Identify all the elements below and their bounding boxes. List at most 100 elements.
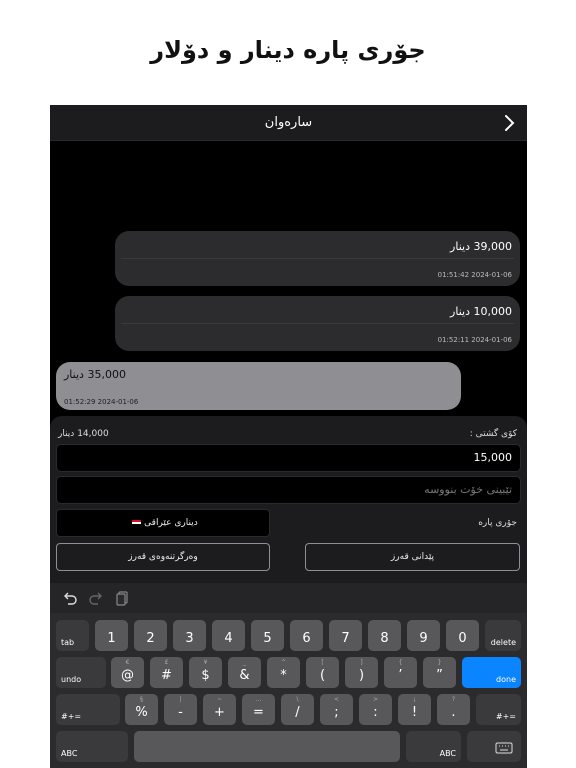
key-9[interactable]: 9 [407,620,440,651]
tab-key[interactable]: tab [56,620,89,651]
message-bubble[interactable]: 10,000 دینار 01:52:11 2024-01-06 [115,296,520,351]
key-label: . [451,705,456,720]
key-alt-label: ^ [280,659,287,666]
key-alt-label: } [437,659,442,666]
key-label: 2 [146,631,155,646]
message-bubble[interactable]: 39,000 دینار 01:51:42 2024-01-06 [115,231,520,286]
key-minus[interactable]: | - [164,694,197,725]
key-label: ! [411,705,418,720]
key-alt-label: ~ [216,696,223,703]
keyboard: tab 1 2 3 4 5 6 7 8 9 0 delete undo € @ £… [50,583,527,768]
delete-key[interactable]: delete [485,620,521,651]
app-screen: سارەوان 39,000 دینار 01:51:42 2024-01-06… [50,105,527,768]
key-label: : [373,705,378,720]
key-label: $ [201,668,210,683]
key-6[interactable]: 6 [290,620,323,651]
key-plus[interactable]: ~ + [203,694,236,725]
note-input[interactable]: تێبینی خۆت بنووسە [56,476,521,504]
key-exclamation[interactable]: ¡! [398,694,431,725]
key-label: ABC [61,749,78,758]
key-slash[interactable]: \ / [281,694,314,725]
key-0[interactable]: 0 [446,620,479,651]
key-alt-label: | [179,696,182,703]
key-alt-label: ] [360,659,363,666]
done-key[interactable]: done [462,657,521,688]
key-alt-label: § [140,696,143,703]
key-label: 6 [302,631,311,646]
message-amount: 35,000 دینار [64,368,126,381]
key-label: 5 [263,631,272,646]
message-time: 01:52:29 2024-01-06 [64,398,139,406]
key-3[interactable]: 3 [173,620,206,651]
key-colon[interactable]: >: [359,694,392,725]
key-ampersand[interactable]: _ & [228,657,261,688]
key-at[interactable]: € @ [111,657,144,688]
key-label: undo [61,675,82,684]
key-label: % [135,705,148,720]
key-label: @ [121,668,134,683]
undo-key[interactable]: undo [56,657,106,688]
key-paren-open[interactable]: [( [306,657,339,688]
key-apostrophe[interactable]: {’ [384,657,417,688]
key-label: 7 [341,631,350,646]
key-label: #+= [61,712,82,721]
page-headline: جۆری پارە دینار و دۆلار [150,36,426,64]
key-alt-label: > [372,696,379,703]
key-label: 9 [419,631,428,646]
key-quote[interactable]: }” [423,657,456,688]
undo-icon[interactable] [62,590,78,606]
key-period[interactable]: ?. [437,694,470,725]
key-hash[interactable]: £ # [150,657,183,688]
receive-loan-button[interactable]: وەرگرتنەوەی قەرز [56,543,270,571]
key-alt-label: { [398,659,403,666]
message-amount: 10,000 دینار [450,305,512,318]
key-8[interactable]: 8 [368,620,401,651]
key-7[interactable]: 7 [329,620,362,651]
key-alt-label: \ [296,696,299,703]
key-dollar[interactable]: ¥ $ [189,657,222,688]
key-label: ( [319,668,326,683]
key-label: * [280,668,287,683]
abc-key-left[interactable]: ABC [56,731,128,762]
key-alt-label: ? [451,696,456,703]
keyboard-toolbar [50,583,527,613]
abc-key-right[interactable]: ABC [406,731,461,762]
nav-bar: سارەوان [50,105,527,141]
key-4[interactable]: 4 [212,620,245,651]
redo-icon[interactable] [88,590,104,606]
key-label: / [295,705,300,720]
key-1[interactable]: 1 [95,620,128,651]
key-paren-close[interactable]: ]) [345,657,378,688]
shift-symbols-key-left[interactable]: #+= [56,694,120,725]
shift-symbols-key-right[interactable]: #+= [476,694,521,725]
key-semicolon[interactable]: <; [320,694,353,725]
give-loan-button[interactable]: پێدانی قەرز [305,543,520,571]
key-label: + [214,705,225,720]
key-2[interactable]: 2 [134,620,167,651]
total-value: 14,000 دینار [58,429,109,439]
key-alt-label: ¥ [203,659,208,666]
key-alt-label: £ [164,659,169,666]
key-label: 8 [380,631,389,646]
divider [121,258,514,259]
space-key[interactable] [134,731,400,762]
key-equals[interactable]: … = [242,694,275,725]
currency-select[interactable]: دیناری عێراقی [56,509,270,537]
key-percent[interactable]: §% [125,694,158,725]
amount-input[interactable]: 15,000 [56,444,521,472]
key-label: # [161,668,172,683]
key-asterisk[interactable]: ^ * [267,657,300,688]
currency-label: جۆری پارە [478,518,517,528]
key-label: - [178,705,183,720]
key-5[interactable]: 5 [251,620,284,651]
key-alt-label: [ [321,659,324,666]
keyboard-icon [495,742,513,754]
chevron-right-icon[interactable] [499,113,519,133]
total-label: کۆی گشتی : [469,429,517,439]
currency-value: دیناری عێراقی [144,518,198,528]
message-time: 01:51:42 2024-01-06 [437,271,512,279]
keyboard-dismiss-key[interactable] [467,731,521,762]
paste-icon[interactable] [114,590,130,606]
message-bubble[interactable]: 35,000 دینار 01:52:29 2024-01-06 [56,362,461,410]
nav-title: سارەوان [264,115,313,130]
